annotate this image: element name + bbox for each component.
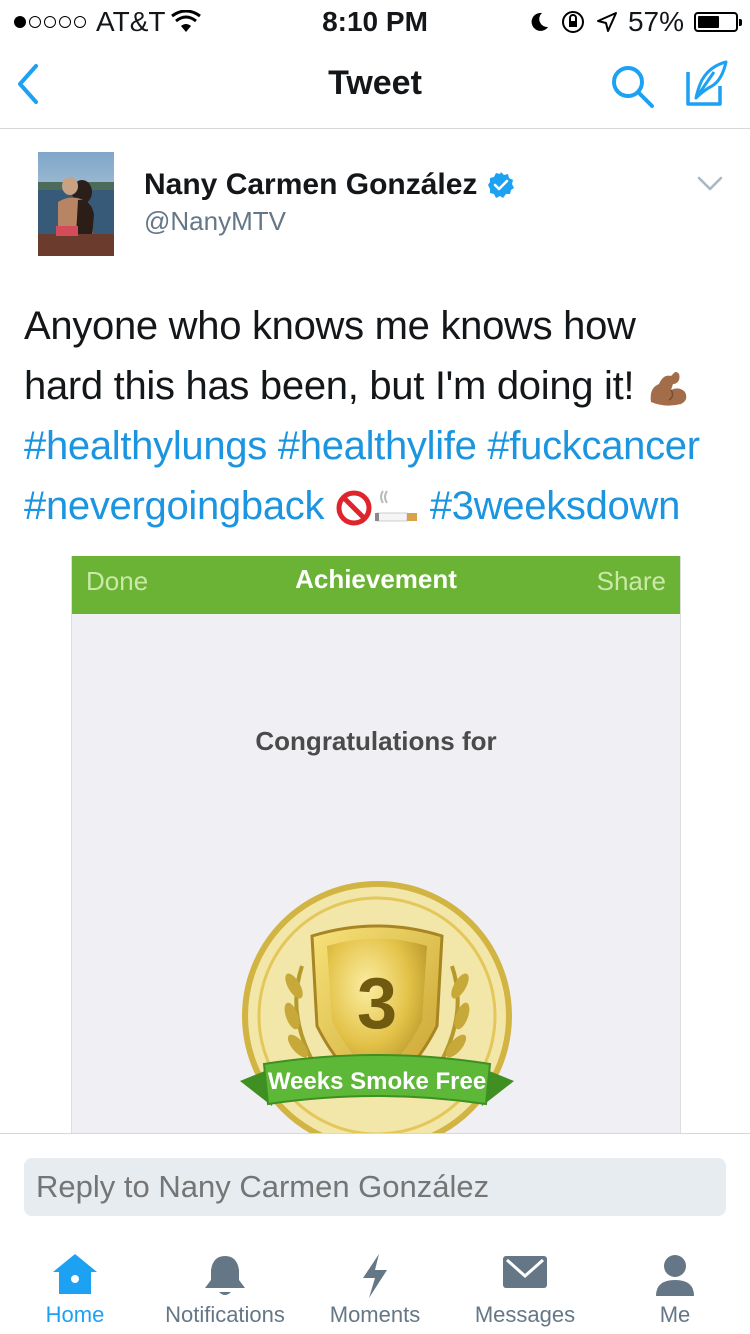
hashtag-link[interactable]: #fuckcancer: [487, 424, 700, 468]
media-title: Achievement: [295, 564, 457, 594]
tweet-text: Anyone who knows me knows how hard this …: [24, 296, 736, 536]
lightning-icon: [363, 1254, 387, 1298]
bell-icon: [205, 1256, 245, 1295]
verified-badge-icon: [488, 172, 515, 198]
media-app-bar: Done Achievement Share: [72, 556, 680, 614]
reply-input[interactable]: [36, 1158, 716, 1216]
navigation-bar: Tweet: [0, 40, 750, 129]
author-handle[interactable]: @NanyMTV: [144, 206, 286, 237]
tweet-text-line-1: Anyone who knows me knows how: [24, 304, 636, 348]
battery-icon: [694, 12, 742, 32]
avatar[interactable]: [38, 152, 114, 256]
author-name-row: Nany Carmen González: [144, 168, 515, 202]
flexed-biceps-icon: [650, 372, 687, 407]
achievement-badge: 3 Weeks Smoke Free: [240, 881, 514, 1134]
tweet-header: Nany Carmen González @NanyMTV: [38, 152, 728, 262]
tab-label: Me: [659, 1302, 691, 1327]
author-display-name[interactable]: Nany Carmen González: [144, 168, 477, 202]
person-icon: [656, 1255, 694, 1296]
tweet-hashtags-line-4: #nevergoingback #3weeksdown: [24, 476, 736, 536]
tab-me[interactable]: Me: [600, 1240, 750, 1334]
battery-level-fill: [698, 16, 719, 28]
tab-home[interactable]: Home: [0, 1240, 150, 1334]
hashtag-link[interactable]: #nevergoingback: [24, 484, 324, 528]
divider: [0, 1133, 750, 1134]
badge-number: 3: [357, 964, 397, 1044]
hashtag-link[interactable]: #healthylungs: [24, 424, 267, 468]
location-arrow-icon: [596, 12, 617, 32]
media-congrats-text: Congratulations for: [255, 726, 497, 756]
reply-box[interactable]: [24, 1158, 726, 1216]
status-right: 57%: [528, 6, 742, 38]
chevron-down-icon[interactable]: [696, 174, 724, 194]
tweet-media-image[interactable]: Done Achievement Share Congratulations f…: [71, 556, 681, 1134]
battery-percent: 57%: [627, 6, 684, 37]
home-icon: [53, 1254, 97, 1294]
tab-label: Messages: [474, 1302, 576, 1327]
tab-moments[interactable]: Moments: [300, 1240, 450, 1334]
tab-label: Notifications: [165, 1302, 285, 1327]
tweet-hashtags-line-3: #healthylungs #healthylife #fuckcancer: [24, 416, 736, 476]
tab-bar: Home Notifications Moments Messages Me: [0, 1240, 750, 1334]
prohibited-icon: [336, 490, 372, 526]
status-bar: AT&T 8:10 PM 57%: [0, 0, 750, 40]
rotation-lock-icon: [561, 11, 584, 33]
cigarette-icon: [375, 490, 417, 522]
tab-label: Moments: [329, 1302, 421, 1327]
envelope-icon: [503, 1256, 547, 1288]
media-share-label: Share: [596, 566, 666, 596]
hashtag-link[interactable]: #healthylife: [278, 424, 477, 468]
tab-notifications[interactable]: Notifications: [150, 1240, 300, 1334]
badge-ribbon-text: Weeks Smoke Free: [268, 1068, 486, 1095]
hashtag-link[interactable]: #3weeksdown: [430, 484, 681, 528]
tweet-text-line-2: hard this has been, but I'm doing it!: [24, 356, 736, 416]
tab-messages[interactable]: Messages: [450, 1240, 600, 1334]
compose-tweet-icon[interactable]: [680, 58, 732, 110]
search-icon[interactable]: [608, 62, 656, 110]
tab-label: Home: [45, 1302, 105, 1327]
moon-icon: [531, 12, 548, 31]
tweet-text-line-2-text: hard this has been, but I'm doing it!: [24, 364, 646, 408]
